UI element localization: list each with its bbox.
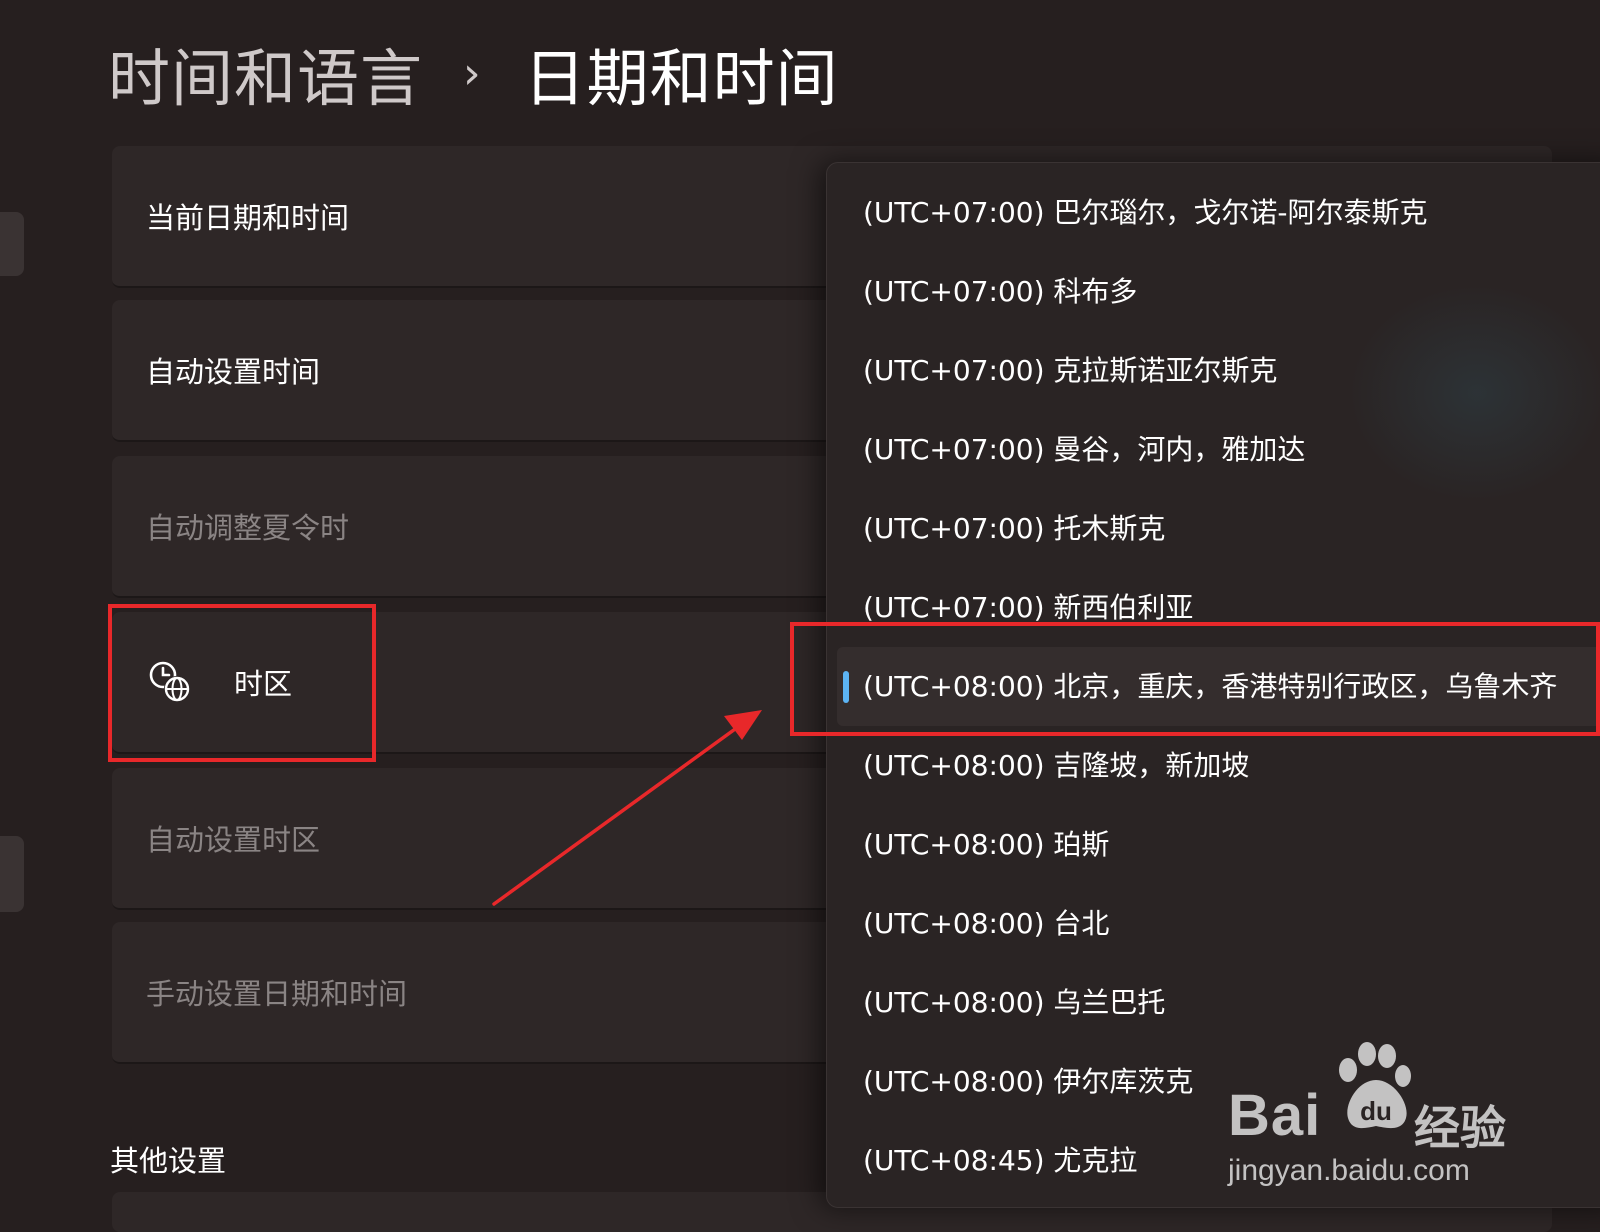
- timezone-option[interactable]: (UTC+08:00) 台北: [827, 884, 1600, 963]
- side-panel-edge: [0, 836, 24, 912]
- chevron-right-icon: ›: [463, 47, 482, 99]
- selection-indicator: [843, 671, 849, 703]
- timezone-label: 时区: [234, 667, 293, 701]
- breadcrumb: 时间和语言 › 日期和时间: [108, 28, 839, 118]
- timezone-option-selected[interactable]: (UTC+08:00) 北京，重庆，香港特别行政区，乌鲁木齐: [837, 647, 1600, 726]
- other-settings-heading: 其他设置: [110, 1144, 227, 1178]
- auto-set-timezone-label: 自动设置时区: [146, 823, 321, 857]
- timezone-list: (UTC+07:00) 巴尔瑙尔，戈尔诺-阿尔泰斯克 (UTC+07:00) 科…: [827, 173, 1600, 1200]
- timezone-option[interactable]: (UTC+07:00) 新西伯利亚: [827, 568, 1600, 647]
- side-panel-edge: [0, 212, 24, 276]
- timezone-option[interactable]: (UTC+07:00) 托木斯克: [827, 489, 1600, 568]
- timezone-option[interactable]: (UTC+08:45) 尤克拉: [827, 1121, 1600, 1200]
- clock-globe-icon: [149, 661, 190, 702]
- breadcrumb-parent-link[interactable]: 时间和语言: [108, 28, 423, 118]
- page-title: 日期和时间: [523, 42, 839, 115]
- timezone-option-label: (UTC+08:00) 北京，重庆，香港特别行政区，乌鲁木齐: [863, 670, 1558, 703]
- timezone-dropdown[interactable]: (UTC+07:00) 巴尔瑙尔，戈尔诺-阿尔泰斯克 (UTC+07:00) 科…: [826, 162, 1600, 1208]
- timezone-option[interactable]: (UTC+07:00) 科布多: [827, 252, 1600, 331]
- timezone-option[interactable]: (UTC+08:00) 乌兰巴托: [827, 963, 1600, 1042]
- current-datetime-label: 当前日期和时间: [146, 201, 350, 235]
- auto-set-time-label: 自动设置时间: [146, 355, 321, 389]
- auto-dst-label: 自动调整夏令时: [146, 511, 350, 545]
- timezone-option[interactable]: (UTC+08:00) 伊尔库茨克: [827, 1042, 1600, 1121]
- timezone-option[interactable]: (UTC+07:00) 巴尔瑙尔，戈尔诺-阿尔泰斯克: [827, 173, 1600, 252]
- manual-datetime-label: 手动设置日期和时间: [146, 977, 408, 1011]
- timezone-option[interactable]: (UTC+07:00) 克拉斯诺亚尔斯克: [827, 331, 1600, 410]
- timezone-option[interactable]: (UTC+08:00) 珀斯: [827, 805, 1600, 884]
- timezone-option[interactable]: (UTC+07:00) 曼谷，河内，雅加达: [827, 410, 1600, 489]
- timezone-option[interactable]: (UTC+08:00) 吉隆坡，新加坡: [827, 726, 1600, 805]
